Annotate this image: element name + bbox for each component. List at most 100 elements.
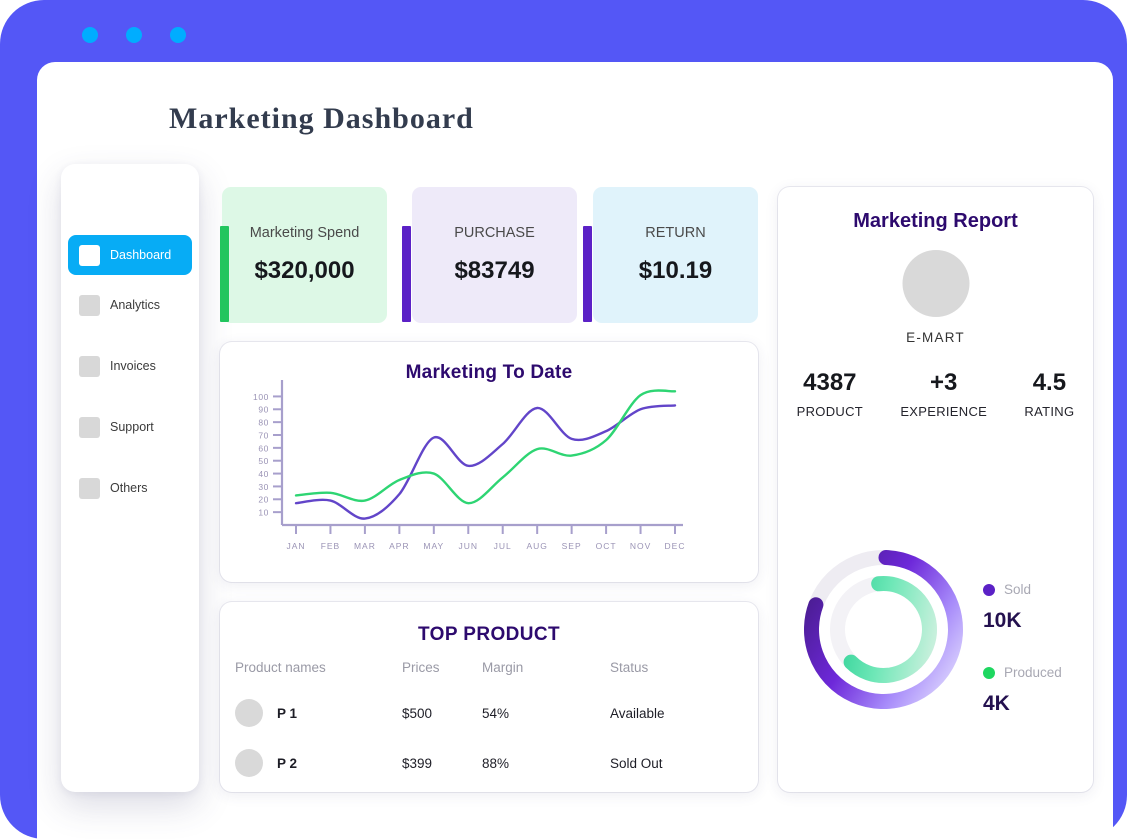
cell-status: Sold Out xyxy=(610,755,663,771)
top-product-table: Product names Prices Margin Status P 1 $… xyxy=(220,660,758,799)
top-product-title: TOP PRODUCT xyxy=(418,624,560,645)
device-frame: Marketing Dashboard Dashboard Analytics … xyxy=(0,0,1127,839)
svg-text:70: 70 xyxy=(258,430,269,440)
product-avatar xyxy=(235,749,263,777)
cell-product-name: P 1 xyxy=(220,699,402,749)
donut-chart xyxy=(804,550,963,709)
support-icon xyxy=(79,416,100,438)
cell-margin: 88% xyxy=(482,755,510,771)
metric-product: 4387 PRODUCT xyxy=(797,369,863,419)
window-dot-1[interactable] xyxy=(82,27,98,43)
metric-value: 4.5 xyxy=(1032,369,1067,396)
table-header-row: Product names Prices Margin Status xyxy=(220,660,758,699)
svg-text:APR: APR xyxy=(389,541,409,551)
legend-dot-produced-icon xyxy=(983,666,995,679)
metric-experience: +3 EXPERIENCE xyxy=(900,369,987,419)
invoices-icon xyxy=(79,355,100,377)
cell-price: $399 xyxy=(402,755,433,771)
svg-text:MAR: MAR xyxy=(354,541,376,551)
sidebar-item-label: Analytics xyxy=(110,298,161,312)
marketing-to-date-chart-card: Marketing To Date 10 20 30 40 50 60 70 80 90 100 J… xyxy=(220,342,758,582)
cell-status: Available xyxy=(610,705,665,721)
svg-text:SEP: SEP xyxy=(562,541,582,551)
svg-text:JAN: JAN xyxy=(286,541,305,551)
metric-label: RATING xyxy=(1024,404,1075,419)
svg-text:10: 10 xyxy=(258,508,269,518)
window-dot-2[interactable] xyxy=(126,27,142,43)
column-header-product-names: Product names xyxy=(235,660,326,675)
stat-card-value: $10.19 xyxy=(638,257,713,284)
svg-text:MAY: MAY xyxy=(423,541,444,551)
svg-text:FEB: FEB xyxy=(321,541,341,551)
sidebar-item-label: Dashboard xyxy=(110,248,172,262)
page-title: Marketing Dashboard xyxy=(169,102,474,135)
legend-dot-sold-icon xyxy=(983,583,995,596)
stat-accent-bar xyxy=(220,226,229,322)
cell-price: $500 xyxy=(402,705,433,721)
product-name-label: P 1 xyxy=(277,705,298,721)
metric-label: EXPERIENCE xyxy=(900,404,988,419)
sidebar-item-others[interactable]: Others xyxy=(68,468,192,508)
svg-text:NOV: NOV xyxy=(630,541,651,551)
svg-text:JUN: JUN xyxy=(459,541,479,551)
metric-value: 4387 xyxy=(803,369,857,396)
window-controls xyxy=(82,27,186,43)
sidebar-item-label: Others xyxy=(110,481,148,495)
line-chart: 10 20 30 40 50 60 70 80 90 100 JAN FEB MAR APR MAY JUN J… xyxy=(253,380,686,551)
brand-avatar xyxy=(902,250,969,317)
svg-text:AUG: AUG xyxy=(526,541,547,551)
app-canvas: Marketing Dashboard Dashboard Analytics … xyxy=(37,62,1113,839)
sidebar-item-dashboard[interactable]: Dashboard xyxy=(68,235,192,275)
product-avatar xyxy=(235,699,263,727)
column-header-margin: Margin xyxy=(482,660,524,675)
metric-label: PRODUCT xyxy=(796,404,864,419)
legend-value-produced: 4K xyxy=(983,692,1010,715)
svg-text:60: 60 xyxy=(258,443,269,453)
stat-card-marketing-spend[interactable]: Marketing Spend $320,000 xyxy=(220,187,387,323)
sidebar-item-analytics[interactable]: Analytics xyxy=(68,285,192,325)
metric-rating: 4.5 RATING xyxy=(1024,369,1074,419)
sidebar: Dashboard Analytics Invoices Support Oth… xyxy=(61,164,199,792)
svg-text:OCT: OCT xyxy=(596,541,617,551)
donut-legend: Sold 10K Produced 4K xyxy=(983,582,1093,748)
table-row[interactable]: P 2 $399 88% Sold Out xyxy=(220,749,758,799)
stat-accent-bar xyxy=(402,226,411,322)
sidebar-item-invoices[interactable]: Invoices xyxy=(68,346,192,386)
legend-label: Produced xyxy=(1004,665,1062,680)
metric-value: +3 xyxy=(930,369,958,396)
product-name-label: P 2 xyxy=(277,755,298,771)
sidebar-item-label: Support xyxy=(110,420,154,434)
stat-card-value: $320,000 xyxy=(254,257,355,284)
legend-label: Sold xyxy=(1004,582,1032,597)
sidebar-item-support[interactable]: Support xyxy=(68,407,192,447)
others-icon xyxy=(79,477,100,499)
stat-card-title: PURCHASE xyxy=(454,225,535,241)
legend-value-sold: 10K xyxy=(983,609,1022,632)
analytics-icon xyxy=(79,294,100,316)
marketing-report-card: Marketing Report E-MART 4387 PRODUCT +3 … xyxy=(778,187,1093,792)
cell-product-name: P 2 xyxy=(220,749,402,799)
svg-text:80: 80 xyxy=(258,418,269,428)
stat-card-title: RETURN xyxy=(645,225,706,241)
stat-card-title: Marketing Spend xyxy=(249,225,360,241)
svg-text:50: 50 xyxy=(258,456,269,466)
window-dot-3[interactable] xyxy=(170,27,186,43)
svg-text:20: 20 xyxy=(258,495,269,505)
svg-text:DEC: DEC xyxy=(665,541,686,551)
cell-margin: 54% xyxy=(482,705,510,721)
stat-card-purchase[interactable]: PURCHASE $83749 xyxy=(402,187,577,323)
report-metrics: 4387 PRODUCT +3 EXPERIENCE 4.5 RATING xyxy=(778,369,1093,419)
svg-text:30: 30 xyxy=(258,482,269,492)
legend-item-produced: Produced xyxy=(983,665,1093,680)
svg-text:90: 90 xyxy=(258,405,269,415)
table-row[interactable]: P 1 $500 54% Available xyxy=(220,699,758,749)
svg-text:40: 40 xyxy=(258,469,269,479)
sidebar-item-label: Invoices xyxy=(110,359,156,373)
brand-name: E-MART xyxy=(906,330,965,345)
top-product-card: TOP PRODUCT Product names Prices Margin … xyxy=(220,602,758,792)
legend-item-sold: Sold xyxy=(983,582,1093,597)
stat-card-return[interactable]: RETURN $10.19 xyxy=(583,187,758,323)
marketing-report-title: Marketing Report xyxy=(853,210,1018,232)
column-header-status: Status xyxy=(610,660,649,675)
stat-cards-row: Marketing Spend $320,000 PURCHASE $83749… xyxy=(220,187,758,332)
